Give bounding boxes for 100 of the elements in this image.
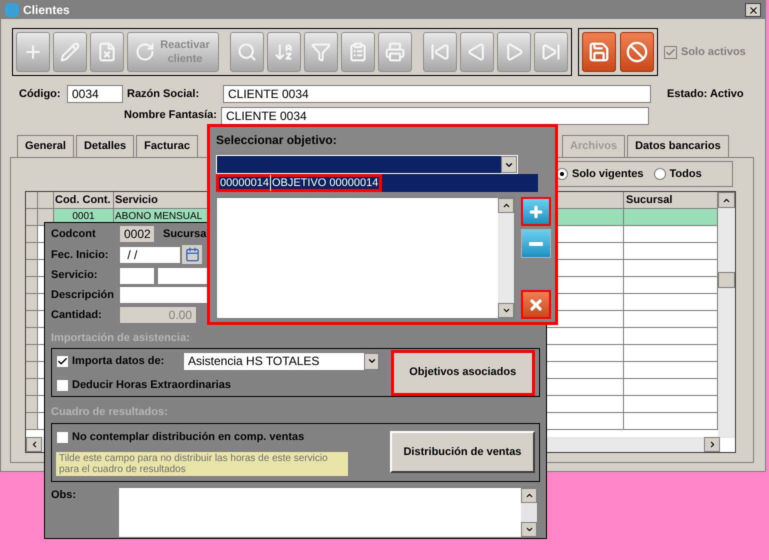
field-label: Sucursa xyxy=(163,226,206,242)
checkbox-label: Solo activos xyxy=(681,44,746,60)
row-header[interactable] xyxy=(26,311,38,327)
filter-icon xyxy=(311,42,331,62)
scroll-up-button[interactable] xyxy=(521,488,537,503)
field-label: Nombre Fantasía: xyxy=(124,108,218,124)
checkbox[interactable] xyxy=(56,430,69,444)
checkbox[interactable] xyxy=(664,46,677,58)
notes-field[interactable] xyxy=(118,486,538,538)
row-header[interactable] xyxy=(26,260,38,276)
tab[interactable]: Datos bancarios xyxy=(627,135,729,157)
close-button[interactable] xyxy=(745,3,761,17)
row-header[interactable] xyxy=(26,294,38,310)
radio-label: Solo vigentes xyxy=(572,166,644,182)
row-header[interactable] xyxy=(26,362,38,378)
minus-icon xyxy=(529,242,543,246)
save-icon xyxy=(588,41,610,63)
vertical-scrollbar[interactable] xyxy=(521,488,537,537)
field-label: Código: xyxy=(19,86,62,102)
row-header[interactable] xyxy=(26,345,38,361)
scroll-up-button[interactable] xyxy=(498,198,514,213)
scroll-thumb[interactable] xyxy=(718,272,735,288)
field-label: Servicio: xyxy=(51,268,98,284)
checkbox-label: No contemplar distribución en comp. ventas xyxy=(72,430,304,446)
hint-note: Tilde este campo para no distribuir las horas de este servicio para el cuadro de resultados xyxy=(56,452,348,476)
app-icon xyxy=(5,3,19,17)
code-field[interactable]: 0034 xyxy=(67,85,123,103)
add-button[interactable] xyxy=(521,197,551,226)
plus-icon xyxy=(528,204,544,220)
rotate-icon xyxy=(135,42,155,62)
next-icon xyxy=(504,42,524,62)
checkbox[interactable] xyxy=(56,354,69,368)
scroll-up-button[interactable] xyxy=(718,192,735,208)
close-icon xyxy=(748,4,758,16)
column-header: Cod. Cont. xyxy=(54,192,114,208)
toolbar-button[interactable] xyxy=(534,32,568,72)
row-header[interactable] xyxy=(26,379,38,395)
row-header[interactable] xyxy=(26,243,38,259)
printer-icon xyxy=(385,42,405,62)
checkbox-label: Deducir Horas Extraordinarias xyxy=(72,378,231,393)
description-field[interactable] xyxy=(119,286,209,304)
tab[interactable]: General xyxy=(17,135,74,157)
save-button[interactable] xyxy=(582,32,616,72)
last-icon xyxy=(541,42,561,62)
dropdown-option[interactable]: 00000014 OBJETIVO 00000014 xyxy=(216,174,538,192)
toolbar-button[interactable] xyxy=(267,32,301,72)
toolbar-button[interactable] xyxy=(460,32,494,72)
toolbar-button[interactable] xyxy=(53,32,87,72)
associated-objectives-button[interactable]: Objetivos asociados xyxy=(390,350,535,396)
vertical-scrollbar[interactable] xyxy=(718,192,735,438)
scroll-down-button[interactable] xyxy=(498,303,514,318)
option-code: 00000014 xyxy=(219,174,271,192)
toolbar-button[interactable] xyxy=(230,32,264,72)
vertical-scrollbar[interactable] xyxy=(498,198,514,318)
close-icon xyxy=(528,296,544,312)
row-header[interactable] xyxy=(26,396,38,412)
checkbox-label: Importa datos de: xyxy=(72,354,166,370)
objective-dropdown[interactable] xyxy=(216,155,518,174)
cancel-icon xyxy=(626,41,648,63)
plus-icon xyxy=(23,42,43,62)
sales-distribution-button[interactable]: Distribución de ventas xyxy=(390,431,535,474)
scroll-right-button[interactable] xyxy=(704,437,720,452)
field-label: Cantidad: xyxy=(51,308,103,324)
row-header[interactable] xyxy=(26,328,38,344)
document-delete-icon xyxy=(97,42,117,62)
service-code-field[interactable] xyxy=(119,266,155,285)
toolbar-button[interactable] xyxy=(341,32,375,72)
source-dropdown[interactable]: Asistencia HS TOTALES xyxy=(183,352,380,371)
tab[interactable]: Facturac xyxy=(136,135,198,157)
date-field[interactable]: / / xyxy=(119,246,181,264)
toolbar-button[interactable] xyxy=(90,32,124,72)
cancel-button[interactable] xyxy=(620,32,654,72)
tab[interactable]: Detalles xyxy=(76,135,134,157)
row-header[interactable] xyxy=(26,413,38,429)
window-title: Clientes xyxy=(23,2,70,19)
row-header[interactable] xyxy=(26,277,38,293)
toolbar-button[interactable] xyxy=(378,32,412,72)
sort-icon xyxy=(274,42,294,62)
trade-name-field[interactable]: CLIENTE 0034 xyxy=(221,106,649,124)
scroll-down-button[interactable] xyxy=(521,522,537,537)
field-label: Codcont xyxy=(51,226,97,242)
field-label: Descripción xyxy=(51,288,115,303)
calendar-button[interactable] xyxy=(181,244,203,266)
name-field[interactable]: CLIENTE 0034 xyxy=(223,85,651,103)
first-icon xyxy=(430,42,450,62)
field-label: Fec. Inicio: xyxy=(51,248,110,263)
checkbox[interactable] xyxy=(56,378,69,392)
remove-button[interactable] xyxy=(521,229,551,258)
toolbar-button[interactable] xyxy=(16,32,50,72)
toolbar-button[interactable] xyxy=(497,32,531,72)
code-field[interactable]: 0002 xyxy=(119,225,155,244)
objectives-list[interactable] xyxy=(216,197,515,319)
option-name: OBJETIVO 00000014 xyxy=(270,176,380,191)
toolbar-button[interactable] xyxy=(304,32,338,72)
toolbar-button[interactable] xyxy=(423,32,457,72)
popup-title: Seleccionar objetivo: xyxy=(216,132,338,149)
radio-button[interactable] xyxy=(654,168,666,180)
scroll-left-button[interactable] xyxy=(26,437,42,452)
field-label: Razón Social: xyxy=(127,86,200,102)
status-text: Estado: Activo xyxy=(667,86,744,102)
